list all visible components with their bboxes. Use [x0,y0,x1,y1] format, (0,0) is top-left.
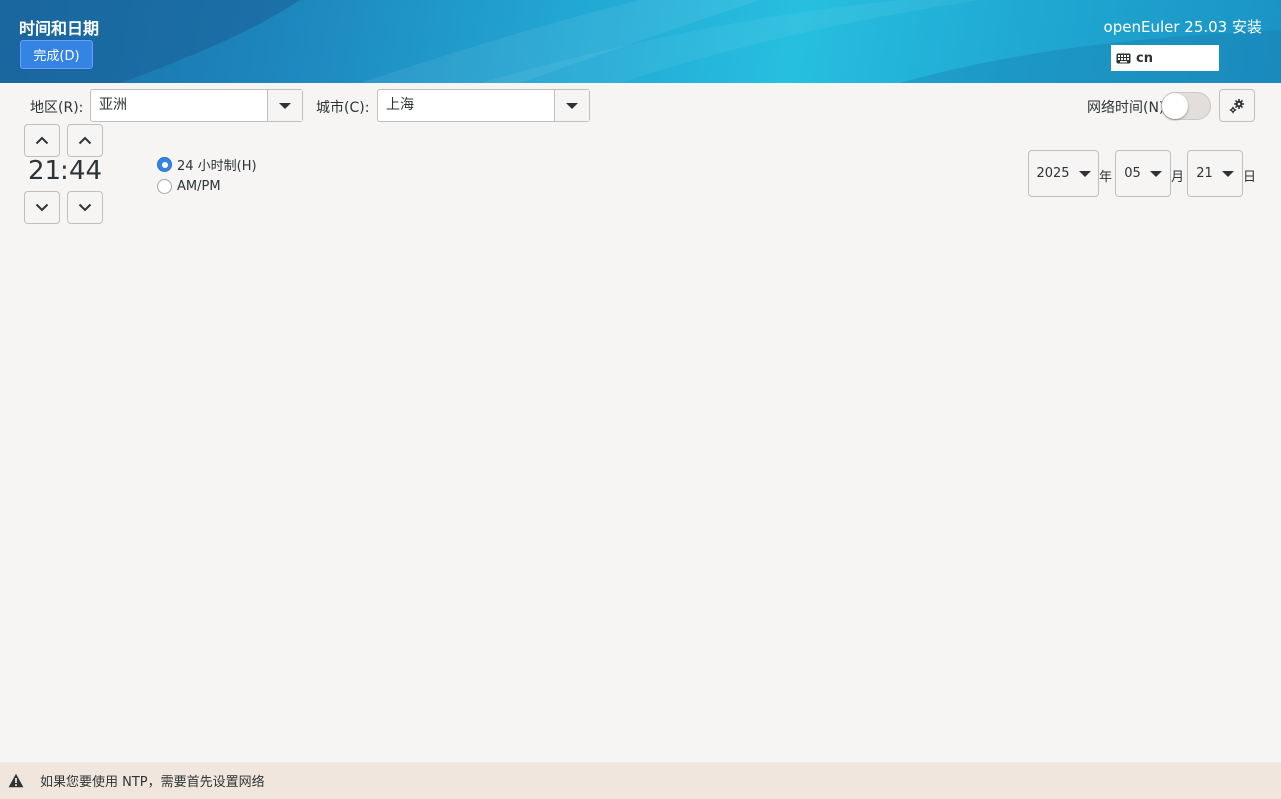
month-value: 05 [1124,166,1141,181]
product-title: openEuler 25.03 安装 [1103,18,1262,36]
chevron-up-icon [35,136,49,145]
minutes-display: 44 [69,156,103,186]
warning-infobar: 如果您要使用 NTP，需要首先设置网络 [0,762,1281,799]
region-dropdown-button[interactable] [267,90,302,121]
header-bar: 时间和日期 完成(D) openEuler 25.03 安装 cn [0,0,1281,83]
minute-decrease-button[interactable] [67,191,103,224]
day-unit: 日 [1243,170,1257,185]
chevron-down-icon [35,203,49,212]
city-value: 上海 [386,97,414,113]
month-select[interactable]: 05 [1115,150,1171,197]
year-select[interactable]: 2025 [1028,150,1099,197]
radio-label-24-hour: 24 小时制(H) [177,159,257,174]
radio-24-hour[interactable]: 24 小时制(H) [157,155,257,174]
done-button[interactable]: 完成(D) [19,39,94,70]
day-select[interactable]: 21 [1187,150,1243,197]
city-dropdown-button[interactable] [554,90,589,121]
month-unit: 月 [1171,170,1185,185]
switch-knob [1162,93,1188,119]
chevron-down-icon [279,102,291,109]
city-combobox[interactable]: 上海 [377,89,590,122]
chevron-down-icon [1221,170,1234,177]
header-background [0,0,1281,83]
year-value: 2025 [1036,166,1070,181]
chevron-down-icon [566,102,578,109]
ntp-settings-button[interactable] [1219,89,1255,122]
minute-increase-button[interactable] [67,124,103,157]
radio-indicator-24-hour[interactable] [157,157,172,172]
day-value: 21 [1196,166,1213,181]
network-time-label: 网络时间(N) [1087,100,1165,116]
warning-icon [8,773,24,788]
keyboard-layout-label: cn [1136,50,1153,66]
warning-message: 如果您要使用 NTP，需要首先设置网络 [40,775,265,790]
time-separator: : [60,156,69,186]
region-label: 地区(R): [30,100,84,116]
chevron-down-icon [78,203,92,212]
hour-decrease-button[interactable] [24,191,60,224]
keyboard-icon [1116,53,1131,63]
radio-indicator-am-pm[interactable] [157,179,172,194]
chevron-down-icon [1149,170,1162,177]
radio-label-am-pm: AM/PM [177,179,221,194]
radio-am-pm[interactable]: AM/PM [157,179,221,194]
chevron-down-icon [1078,170,1091,177]
gear-icon [1229,98,1244,113]
year-unit: 年 [1099,170,1113,185]
page-title: 时间和日期 [19,19,100,38]
hour-increase-button[interactable] [24,124,60,157]
region-value: 亚洲 [99,97,127,113]
city-label: 城市(C): [316,100,370,116]
hours-display: 21 [28,156,62,186]
chevron-up-icon [78,136,92,145]
keyboard-layout-indicator[interactable]: cn [1111,45,1219,71]
region-combobox[interactable]: 亚洲 [90,89,303,122]
network-time-switch[interactable] [1161,92,1211,120]
